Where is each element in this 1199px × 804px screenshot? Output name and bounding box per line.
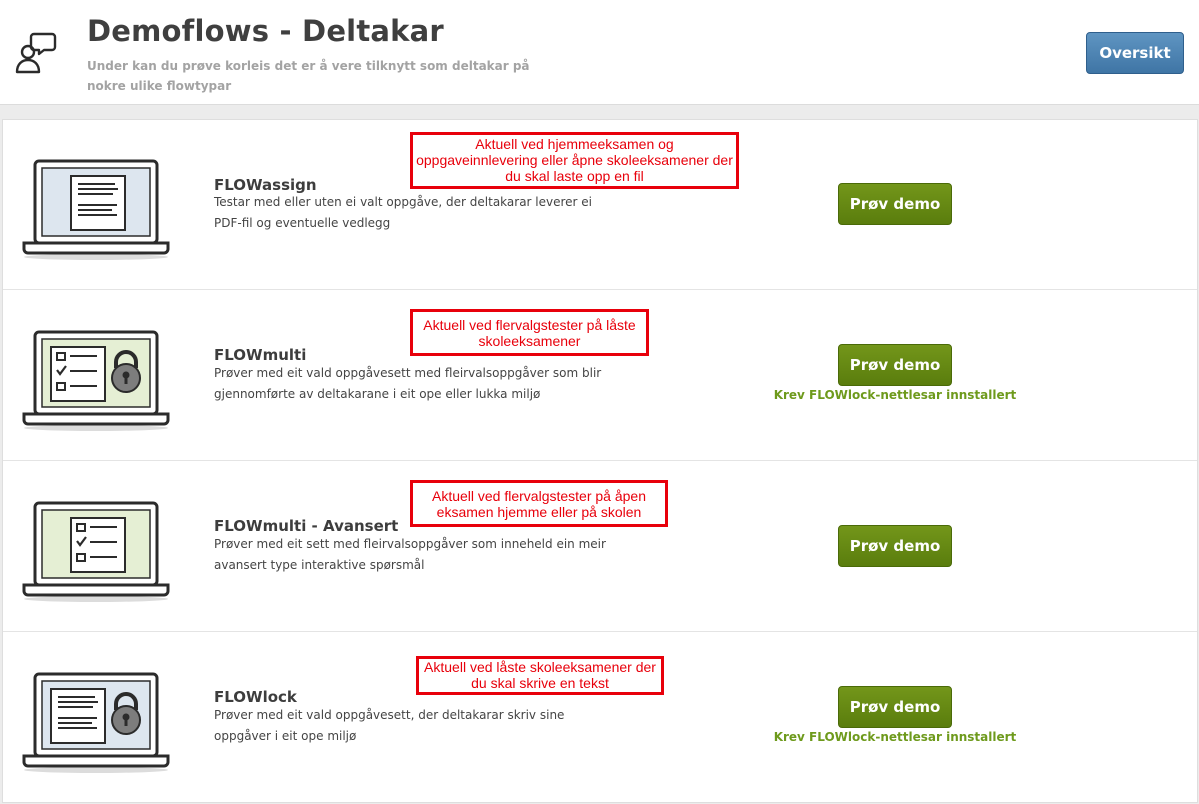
demo-description: Prøver med eit vald oppgåvesett med flei…: [214, 366, 602, 401]
requirement-note: Krev FLOWlock-nettlesar innstallert: [773, 388, 1017, 402]
demo-description: Testar med eller uten ei valt oppgåve, d…: [214, 195, 593, 230]
annotation-box: Aktuell ved flervalgstester på låste sko…: [410, 309, 649, 356]
try-demo-button[interactable]: Prøv demo: [838, 686, 952, 728]
try-demo-button[interactable]: Prøv demo: [838, 344, 952, 386]
speech-bubble-person-icon: [15, 32, 57, 74]
page-subtitle: Under kan du prøve korleis det er å vere…: [87, 59, 530, 93]
laptop-checklist-lock-icon: [22, 330, 170, 431]
demo-title: FLOWmulti: [214, 346, 307, 364]
page-title: Demoflows - Deltakar: [87, 14, 444, 48]
laptop-document-icon: [22, 159, 170, 260]
annotation-box: Aktuell ved hjemmeeksamen og oppgaveinnl…: [410, 132, 739, 189]
annotation-box: Aktuell ved låste skoleeksamener der du …: [416, 656, 664, 695]
page-header: Demoflows - Deltakar Under kan du prøve …: [0, 0, 1199, 105]
laptop-document-lock-icon: [22, 672, 170, 773]
demo-row-flowmulti: FLOWmulti Prøver med eit vald oppgåveset…: [3, 290, 1197, 461]
laptop-checklist-icon: [22, 501, 170, 602]
demo-row-flowassign: FLOWassign Testar med eller uten ei valt…: [3, 120, 1197, 290]
demo-list: FLOWassign Testar med eller uten ei valt…: [2, 119, 1198, 803]
try-demo-button[interactable]: Prøv demo: [838, 525, 952, 567]
overview-button[interactable]: Oversikt: [1086, 32, 1184, 74]
demo-row-flowlock: FLOWlock Prøver med eit vald oppgåvesett…: [3, 632, 1197, 802]
demo-description: Prøver med eit vald oppgåvesett, der del…: [214, 708, 565, 743]
demo-title: FLOWlock: [214, 688, 297, 706]
annotation-box: Aktuell ved flervalgstester på åpen eksa…: [410, 480, 668, 527]
requirement-note: Krev FLOWlock-nettlesar innstallert: [773, 730, 1017, 744]
demo-description: Prøver med eit sett med fleirvalsoppgåve…: [214, 537, 606, 572]
try-demo-button[interactable]: Prøv demo: [838, 183, 952, 225]
demo-title: FLOWmulti - Avansert: [214, 517, 399, 535]
demo-row-flowmulti-avansert: FLOWmulti - Avansert Prøver med eit sett…: [3, 461, 1197, 632]
